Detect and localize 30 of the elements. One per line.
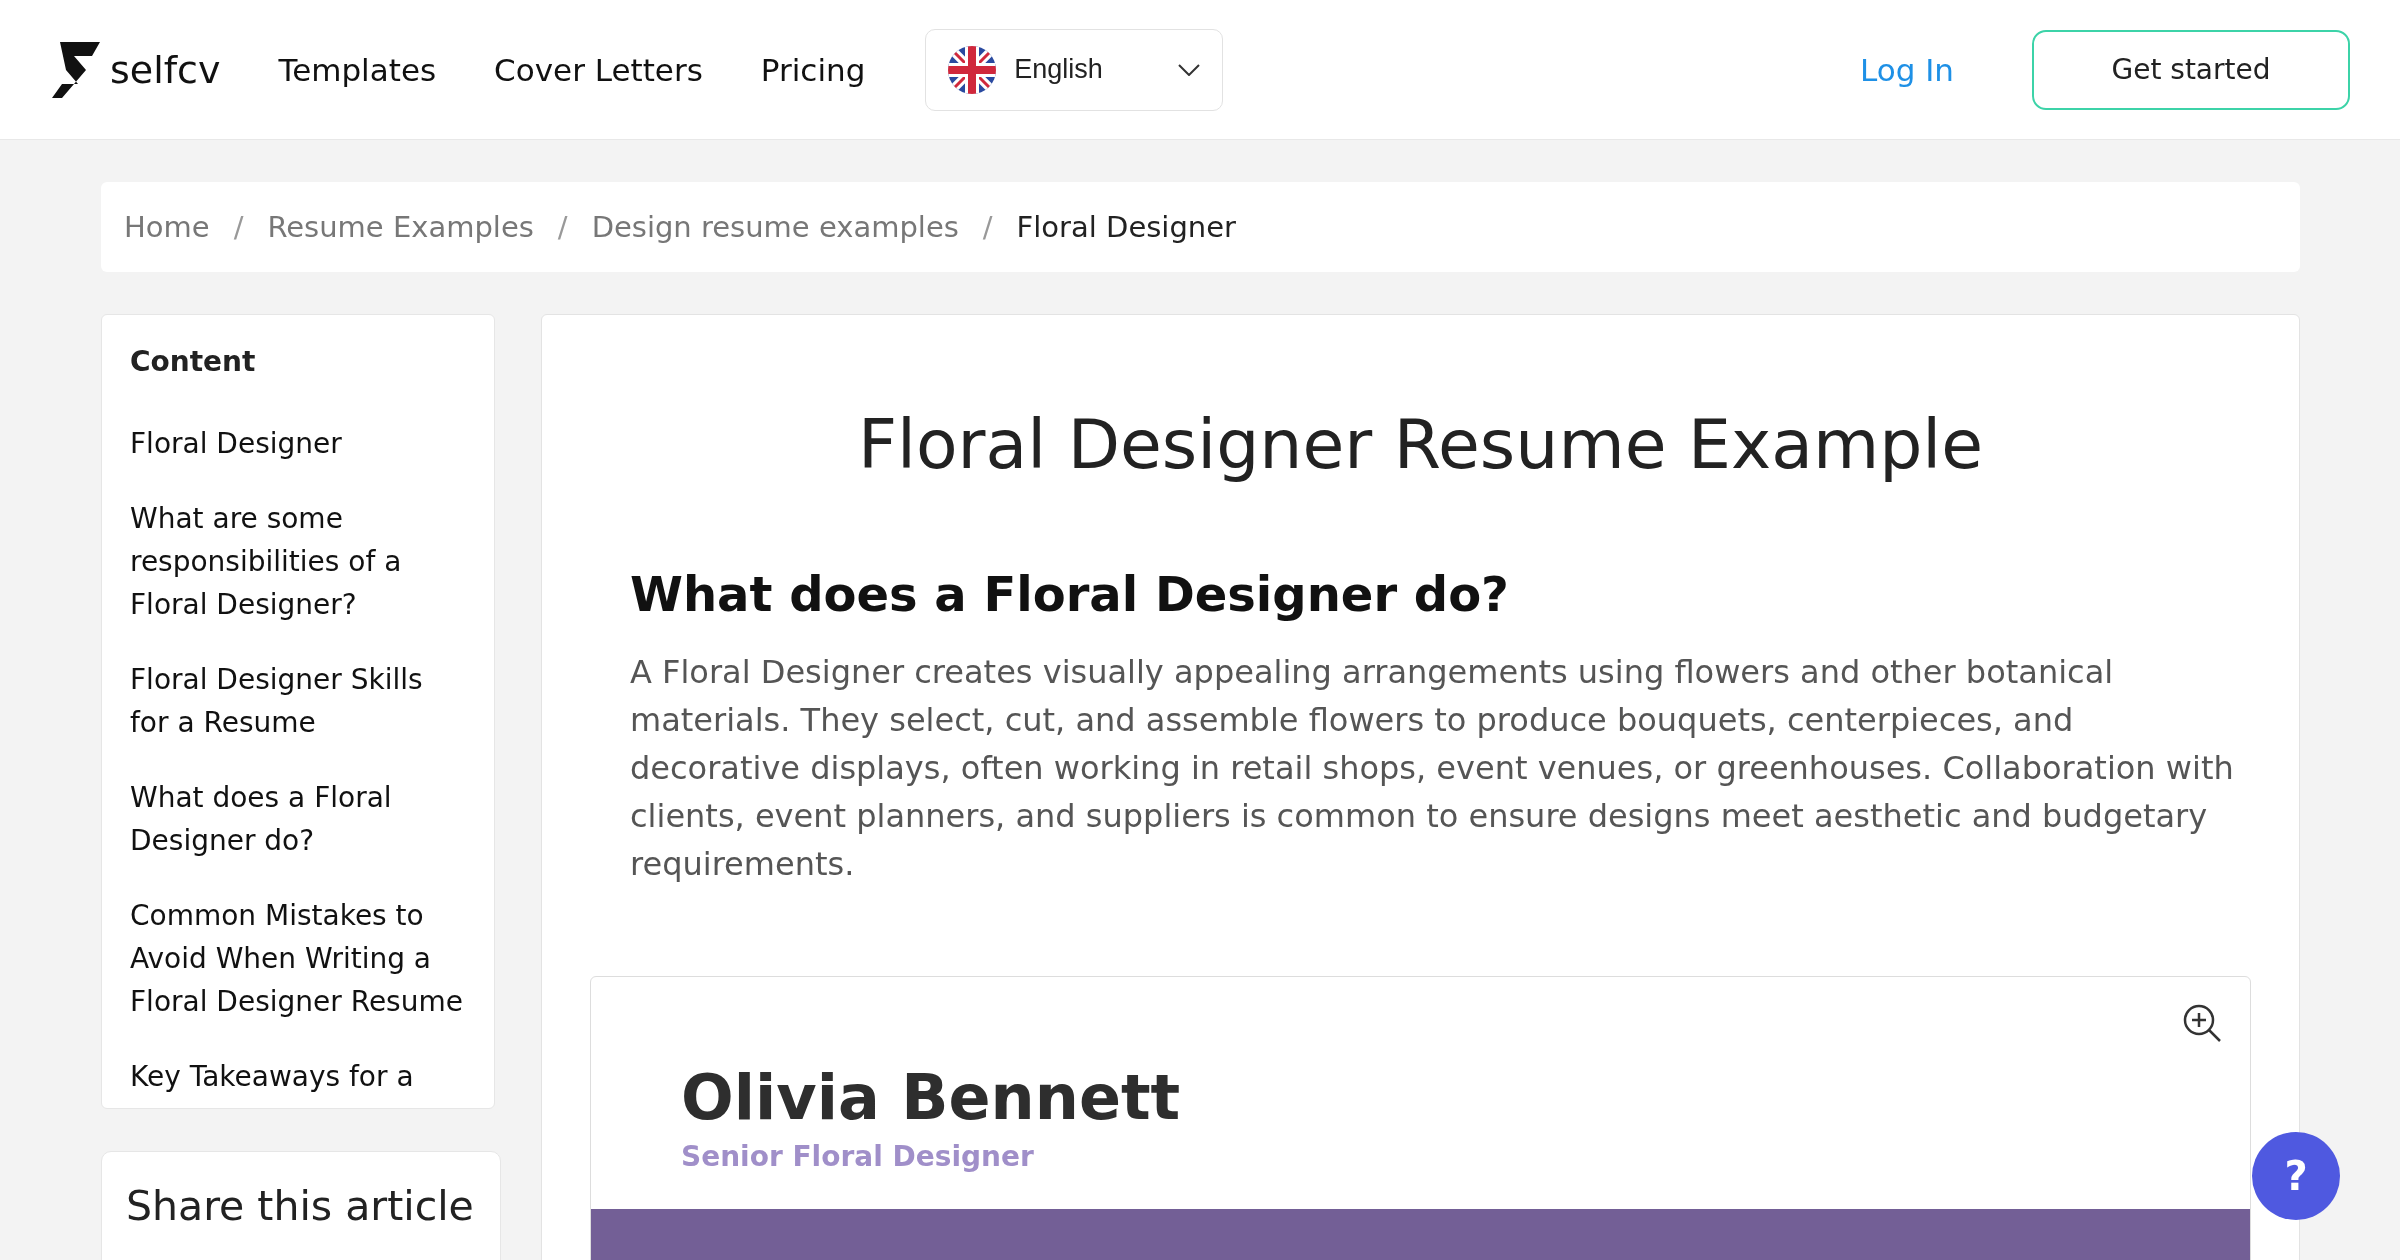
get-started-button[interactable]: Get started — [2032, 29, 2350, 110]
contents-link[interactable]: Floral Designer Skills for a Resume — [130, 658, 466, 744]
breadcrumb-link[interactable]: Resume Examples — [267, 210, 534, 244]
contents-link[interactable]: Common Mistakes to Avoid When Writing a Floral Designer Resume — [130, 894, 466, 1023]
resume-name: Olivia Bennett — [681, 1061, 1182, 1134]
contents-link[interactable]: What are some responsibilities of a Floral Designer? — [130, 497, 466, 626]
contents-link[interactable]: Key Takeaways for a — [130, 1055, 466, 1098]
paragraph: A Floral Designer creates visually appealing arrangements using flowers and other botanical materials. They select, cut, and assemble flowers to produce bouquets, centerpieces, and decorative displays, often working in retail shops, event venues, or greenhouses. Collaboration with clients, event planners, and suppliers is common to ensure designs meet aesthetic and budgetary requirements. — [630, 652, 2235, 885]
nav-link[interactable]: Templates — [278, 51, 437, 88]
chevron-down-icon — [1178, 63, 1201, 76]
resume-role: Senior Floral Designer — [681, 1140, 1035, 1173]
share-title: Share this article — [126, 1182, 475, 1230]
contents-title: Content — [130, 345, 257, 378]
breadcrumb-link[interactable]: Design resume examples — [591, 210, 959, 244]
breadcrumb-separator: / — [982, 210, 993, 244]
logo-text[interactable]: selfcv — [110, 47, 221, 92]
nav-link[interactable]: Pricing — [760, 51, 866, 88]
breadcrumb-separator: / — [233, 210, 244, 244]
contents-link[interactable]: Floral Designer — [130, 422, 466, 465]
breadcrumb-link[interactable]: Home — [124, 210, 210, 244]
breadcrumb-link[interactable]: Floral Designer — [1016, 210, 1236, 244]
contents-link[interactable]: What does a Floral Designer do? — [130, 776, 466, 862]
logo-icon — [52, 41, 100, 98]
help-button[interactable]: ? — [2252, 1132, 2340, 1220]
article-title: Floral Designer Resume Example — [856, 405, 1985, 484]
language-select[interactable]: English — [925, 28, 1224, 111]
zoom-in-icon[interactable] — [2182, 1003, 2222, 1043]
breadcrumb-separator: / — [557, 210, 568, 244]
section-heading: What does a Floral Designer do? — [630, 566, 1510, 622]
nav-link[interactable]: Cover Letters — [494, 51, 703, 88]
